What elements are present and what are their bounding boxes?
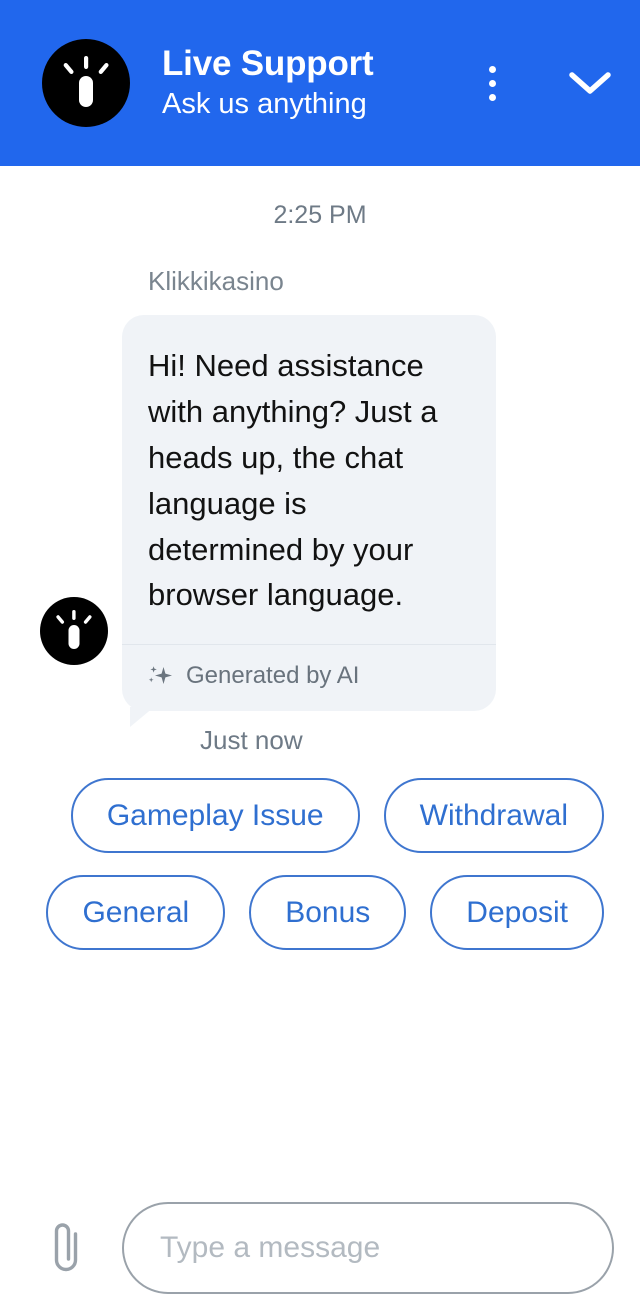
quick-reply-general[interactable]: General <box>46 875 226 951</box>
more-vertical-icon <box>488 65 496 101</box>
quick-reply-deposit[interactable]: Deposit <box>430 875 604 951</box>
message-bubble-wrapper: Hi! Need assistance with anything? Just … <box>122 315 496 728</box>
attach-file-button[interactable] <box>40 1216 96 1280</box>
page-title: Live Support <box>162 43 374 83</box>
ai-disclaimer: Generated by AI <box>122 644 496 711</box>
message-composer <box>0 1180 640 1316</box>
message-delivery-status: Just now <box>200 725 303 756</box>
sparkle-icon <box>148 666 172 685</box>
message-row: Hi! Need assistance with anything? Just … <box>0 315 640 728</box>
live-chat-widget: Live Support Ask us anything 2:25 PM Kli… <box>0 0 640 1316</box>
brand-avatar <box>42 39 130 127</box>
header-subtitle: Ask us anything <box>162 87 367 120</box>
message-input[interactable] <box>160 1231 576 1265</box>
header-title-group: Live Support Ask us anything <box>162 43 460 124</box>
more-options-button[interactable] <box>470 56 514 110</box>
ai-disclaimer-label: Generated by AI <box>186 662 360 690</box>
quick-reply-bonus[interactable]: Bonus <box>249 875 407 951</box>
lightbulb-logo-icon <box>56 610 92 650</box>
quick-reply-withdrawal[interactable]: Withdrawal <box>383 778 604 854</box>
message-list: 2:25 PM Klikkikasino Hi! Need assistance… <box>0 166 640 1180</box>
paperclip-icon <box>54 1223 78 1272</box>
header-actions <box>470 56 612 110</box>
chevron-down-icon <box>569 72 611 94</box>
minimize-chat-button[interactable] <box>568 56 612 110</box>
message-text: Hi! Need assistance with anything? Just … <box>148 348 438 613</box>
chat-header: Live Support Ask us anything <box>0 0 640 166</box>
message-sender-name: Klikkikasino <box>148 266 284 296</box>
quick-reply-gameplay-issue[interactable]: Gameplay Issue <box>70 778 360 854</box>
lightbulb-logo-icon <box>63 56 109 107</box>
message-input-wrapper[interactable] <box>122 1202 614 1294</box>
quick-reply-list: Gameplay Issue Withdrawal General Bonus … <box>0 756 640 951</box>
message-avatar <box>40 597 108 666</box>
conversation-timestamp: 2:25 PM <box>273 201 367 229</box>
message-bubble: Hi! Need assistance with anything? Just … <box>122 315 496 712</box>
